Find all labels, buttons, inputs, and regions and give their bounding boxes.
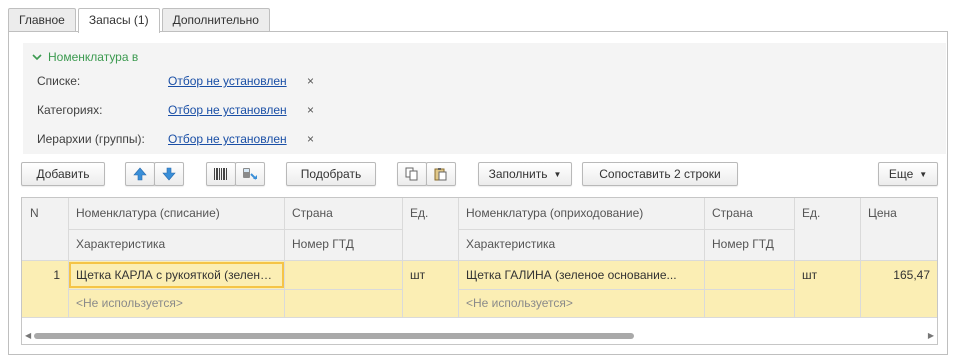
barcode-button[interactable] xyxy=(206,162,236,186)
barcode-icon xyxy=(214,168,227,180)
copy-button[interactable] xyxy=(397,162,427,186)
clear-filter-icon[interactable]: × xyxy=(307,132,314,146)
paste-icon xyxy=(434,168,447,181)
grid-line xyxy=(458,198,459,317)
row-number[interactable]: 1 xyxy=(22,268,68,282)
clear-filter-icon[interactable]: × xyxy=(307,103,314,117)
header-price[interactable]: Цена xyxy=(860,206,937,220)
grid-line xyxy=(284,198,285,317)
header-n[interactable]: N xyxy=(22,206,68,220)
scroll-right-icon[interactable]: ▶ xyxy=(928,331,934,340)
cell-char-out[interactable]: <Не используется> xyxy=(68,296,284,310)
filter-label: Списке: xyxy=(37,74,81,88)
table-toolbar: Добавить Подобрать Заполнить ▼ Сопостави… xyxy=(21,162,941,186)
filter-group-title: Номенклатура в xyxy=(48,50,139,64)
filter-value-link[interactable]: Отбор не установлен xyxy=(168,132,287,146)
more-dropdown-button[interactable]: Еще ▼ xyxy=(878,162,938,186)
grid-line xyxy=(402,198,403,317)
tab-stock[interactable]: Запасы (1) xyxy=(77,8,160,33)
scrollbar-thumb[interactable] xyxy=(34,333,634,339)
move-up-button[interactable] xyxy=(125,162,155,186)
clear-filter-icon[interactable]: × xyxy=(307,74,314,88)
header-country-in[interactable]: Страна xyxy=(704,206,794,220)
tab-content-frame: Номенклатура в Списке: Отбор не установл… xyxy=(8,31,948,355)
cell-nom-out[interactable]: Щетка КАРЛА с рукояткой (зеленое основан… xyxy=(68,268,284,282)
header-char-in[interactable]: Характеристика xyxy=(458,237,704,251)
tab-bar: Главное Запасы (1) Дополнительно xyxy=(8,8,272,33)
grid-line xyxy=(794,198,795,317)
grid-line xyxy=(22,260,937,261)
barcode-scanner-icon xyxy=(243,168,257,180)
cell-nom-in[interactable]: Щетка ГАЛИНА (зеленое основание... xyxy=(458,268,704,282)
fill-dropdown-button[interactable]: Заполнить ▼ xyxy=(478,162,572,186)
filter-value-link[interactable]: Отбор не установлен xyxy=(168,74,287,88)
header-gtd-in[interactable]: Номер ГТД xyxy=(704,237,794,251)
grid-line xyxy=(458,289,704,290)
header-nom-out[interactable]: Номенклатура (списание) xyxy=(68,206,284,220)
paste-button[interactable] xyxy=(426,162,456,186)
move-down-button[interactable] xyxy=(154,162,184,186)
filter-panel: Номенклатура в Списке: Отбор не установл… xyxy=(23,43,946,154)
copy-icon xyxy=(405,167,418,181)
barcode-scanner-button[interactable] xyxy=(235,162,265,186)
cell-unit-out[interactable]: шт xyxy=(402,268,458,282)
header-gtd-out[interactable]: Номер ГТД xyxy=(284,237,402,251)
cell-unit-in[interactable]: шт xyxy=(794,268,860,282)
dropdown-arrow-icon: ▼ xyxy=(553,170,562,179)
grid-line xyxy=(860,198,861,317)
header-unit-out[interactable]: Ед. xyxy=(402,206,458,220)
filter-value-link[interactable]: Отбор не установлен xyxy=(168,103,287,117)
filter-label: Иерархии (группы): xyxy=(37,132,145,146)
grid-line xyxy=(704,198,705,317)
header-unit-in[interactable]: Ед. xyxy=(794,206,860,220)
tab-additional[interactable]: Дополнительно xyxy=(161,8,270,32)
pick-button[interactable]: Подобрать xyxy=(286,162,376,186)
arrow-down-icon xyxy=(162,167,176,181)
horizontal-scrollbar[interactable]: ◀ ▶ xyxy=(22,328,937,344)
grid-line xyxy=(458,229,704,230)
grid-line xyxy=(68,229,284,230)
tab-main[interactable]: Главное xyxy=(8,8,76,32)
filter-label: Категориях: xyxy=(37,103,103,117)
grid-line xyxy=(704,229,794,230)
cell-price[interactable]: 165,47 xyxy=(860,268,937,282)
header-nom-in[interactable]: Номенклатура (оприходование) xyxy=(458,206,704,220)
fill-button-label: Заполнить xyxy=(488,167,548,181)
header-country-out[interactable]: Страна xyxy=(284,206,402,220)
grid-line xyxy=(704,289,794,290)
grid-line xyxy=(284,229,402,230)
header-char-out[interactable]: Характеристика xyxy=(68,237,284,251)
grid-line xyxy=(68,289,284,290)
grid-line xyxy=(284,289,402,290)
match-rows-button[interactable]: Сопоставить 2 строки xyxy=(582,162,738,186)
filter-group-toggle[interactable]: Номенклатура в xyxy=(31,50,138,64)
cell-char-in[interactable]: <Не используется> xyxy=(458,296,704,310)
grid-line xyxy=(22,317,937,318)
scroll-left-icon[interactable]: ◀ xyxy=(25,331,31,340)
add-button[interactable]: Добавить xyxy=(21,162,105,186)
more-button-label: Еще xyxy=(888,167,914,181)
arrow-up-icon xyxy=(133,167,147,181)
dropdown-arrow-icon: ▼ xyxy=(919,170,928,179)
stock-table: N Номенклатура (списание) Характеристика… xyxy=(21,197,938,345)
grid-line xyxy=(68,198,69,317)
chevron-down-icon xyxy=(32,54,42,61)
